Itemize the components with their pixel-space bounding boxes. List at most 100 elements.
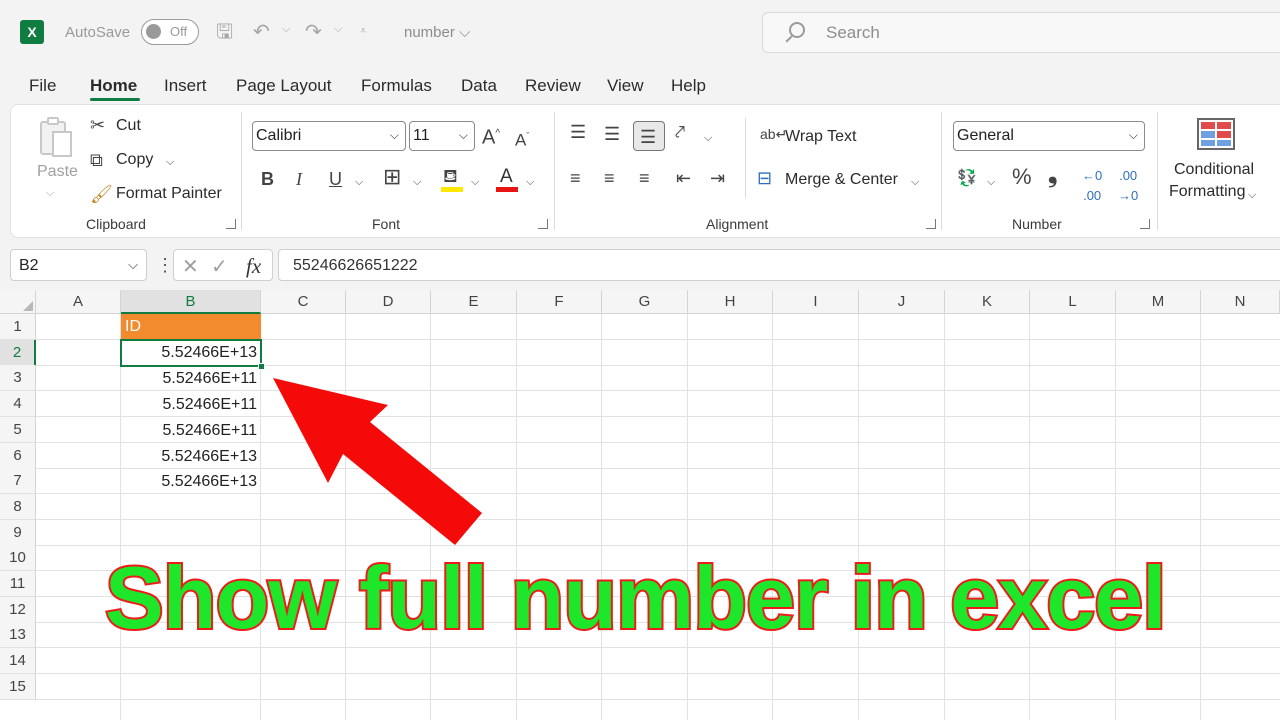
column-header-m[interactable]: M — [1116, 290, 1201, 314]
cancel-icon[interactable]: ✕ — [182, 254, 199, 279]
row-header-2[interactable]: 2 — [0, 339, 36, 366]
font-launcher-icon[interactable] — [538, 219, 548, 229]
align-middle-icon[interactable]: ☰ — [604, 124, 620, 144]
font-color-dropdown-chevron-icon[interactable]: ⌵ — [526, 172, 534, 192]
column-header-d[interactable]: D — [346, 290, 431, 314]
merge-center-icon[interactable]: ⊟ — [757, 168, 772, 188]
column-header-h[interactable]: H — [688, 290, 773, 314]
comma-style-button[interactable]: ❟ — [1048, 163, 1057, 187]
increase-decimal-icon[interactable]: ←0.00 — [1082, 166, 1102, 206]
format-painter-button[interactable]: Format Painter — [116, 185, 222, 203]
fill-color-icon[interactable]: ⛾ — [441, 166, 463, 192]
cell-B3[interactable]: 5.52466E+11 — [121, 366, 261, 392]
row-header-15[interactable]: 15 — [0, 673, 36, 700]
customize-toolbar-icon[interactable]: ⩡ — [360, 25, 366, 38]
tab-review[interactable]: Review — [525, 76, 581, 96]
conditional-formatting-icon[interactable] — [1197, 118, 1235, 150]
number-format-select[interactable]: General ⌵ — [953, 121, 1145, 151]
column-header-i[interactable]: I — [773, 290, 859, 314]
number-launcher-icon[interactable] — [1140, 219, 1150, 229]
increase-font-size-icon[interactable]: A^ — [482, 124, 500, 148]
more-options-icon[interactable]: ⋮ — [156, 255, 174, 275]
paste-dropdown-chevron-icon[interactable]: ⌵ — [46, 183, 54, 203]
row-header-5[interactable]: 5 — [0, 416, 36, 443]
fill-color-dropdown-chevron-icon[interactable]: ⌵ — [471, 172, 479, 192]
wrap-text-icon[interactable]: ab↵ — [760, 124, 787, 144]
accounting-format-icon[interactable]: 💱 — [957, 169, 977, 189]
underline-button[interactable]: U — [329, 169, 342, 189]
tab-view[interactable]: View — [607, 76, 644, 96]
formula-input[interactable]: 55246626651222 — [278, 249, 1280, 281]
column-header-g[interactable]: G — [602, 290, 688, 314]
merge-dropdown-chevron-icon[interactable]: ⌵ — [911, 172, 919, 192]
font-name-select[interactable]: Calibri ⌵ — [252, 121, 406, 151]
column-header-e[interactable]: E — [431, 290, 517, 314]
row-header-13[interactable]: 13 — [0, 622, 36, 649]
paste-icon[interactable] — [38, 115, 74, 159]
decrease-font-size-icon[interactable]: Aˇ — [515, 126, 529, 151]
borders-dropdown-chevron-icon[interactable]: ⌵ — [413, 172, 421, 192]
tab-formulas[interactable]: Formulas — [361, 76, 432, 96]
copy-button[interactable]: Copy — [116, 151, 153, 169]
accounting-dropdown-chevron-icon[interactable]: ⌵ — [987, 172, 995, 192]
clipboard-launcher-icon[interactable] — [226, 219, 236, 229]
italic-button[interactable]: I — [296, 169, 302, 189]
font-size-select[interactable]: 11 ⌵ — [409, 121, 475, 151]
row-header-1[interactable]: 1 — [0, 314, 36, 340]
column-header-c[interactable]: C — [261, 290, 346, 314]
paste-button-label[interactable]: Paste — [37, 163, 78, 181]
align-bottom-button[interactable]: ☰ — [633, 121, 665, 151]
fill-handle[interactable] — [258, 363, 265, 370]
column-header-k[interactable]: K — [945, 290, 1030, 314]
decrease-decimal-icon[interactable]: .00 →0 — [1118, 166, 1138, 206]
tab-page-layout[interactable]: Page Layout — [236, 76, 331, 96]
conditional-formatting-chevron-icon[interactable]: ⌵ — [1248, 185, 1256, 205]
tab-home[interactable]: Home — [90, 76, 137, 96]
undo-icon[interactable]: ↶ — [253, 20, 270, 44]
name-box[interactable]: B2 ⌵ — [10, 249, 147, 281]
row-header-10[interactable]: 10 — [0, 545, 36, 572]
autosave-toggle[interactable]: Off — [141, 19, 199, 45]
column-header-f[interactable]: F — [517, 290, 602, 314]
font-color-icon[interactable]: A — [496, 166, 518, 192]
select-all-corner[interactable] — [0, 290, 36, 314]
column-header-l[interactable]: L — [1030, 290, 1116, 314]
cell-B1[interactable]: ID — [121, 314, 261, 340]
enter-icon[interactable]: ✓ — [211, 254, 228, 279]
align-left-icon[interactable]: ≡ — [570, 168, 581, 188]
borders-icon[interactable]: ⊞ — [383, 166, 401, 188]
row-header-6[interactable]: 6 — [0, 442, 36, 469]
underline-dropdown-chevron-icon[interactable]: ⌵ — [355, 172, 363, 192]
decrease-indent-icon[interactable]: ⇤ — [676, 168, 691, 188]
copy-dropdown-chevron-icon[interactable]: ⌵ — [166, 152, 174, 172]
row-header-3[interactable]: 3 — [0, 365, 36, 392]
scissors-icon[interactable]: ✂ — [90, 115, 105, 135]
column-header-n[interactable]: N — [1201, 290, 1280, 314]
cell-B7[interactable]: 5.52466E+13 — [121, 469, 261, 495]
align-right-icon[interactable]: ≡ — [639, 168, 650, 188]
row-header-14[interactable]: 14 — [0, 648, 36, 675]
search-box[interactable]: Search — [762, 12, 1280, 53]
save-icon[interactable]: 🖫 — [216, 20, 233, 44]
tab-insert[interactable]: Insert — [164, 76, 207, 96]
conditional-formatting-line1[interactable]: Conditional — [1174, 161, 1254, 179]
undo-dropdown-chevron-icon[interactable]: ⌵ — [282, 23, 290, 36]
wrap-text-button[interactable]: Wrap Text — [785, 128, 856, 146]
orientation-icon[interactable]: ⤤ — [675, 122, 685, 142]
row-header-8[interactable]: 8 — [0, 493, 36, 520]
merge-center-button[interactable]: Merge & Center — [785, 171, 898, 189]
conditional-formatting-line2[interactable]: Formatting — [1169, 183, 1245, 201]
align-center-icon[interactable]: ≡ — [604, 168, 615, 188]
row-header-11[interactable]: 11 — [0, 571, 36, 597]
copy-icon[interactable]: ⧉ — [90, 150, 103, 170]
redo-icon[interactable]: ↷ — [305, 20, 322, 44]
column-header-b[interactable]: B — [121, 290, 261, 314]
column-header-j[interactable]: J — [859, 290, 945, 314]
tab-file[interactable]: File — [29, 76, 56, 96]
tab-data[interactable]: Data — [461, 76, 497, 96]
format-painter-icon[interactable]: 🖌 — [90, 184, 113, 204]
cut-button[interactable]: Cut — [116, 117, 141, 135]
percent-style-button[interactable]: % — [1012, 166, 1032, 188]
bold-button[interactable]: B — [261, 169, 274, 189]
document-name[interactable]: number ⌵ — [404, 24, 470, 41]
